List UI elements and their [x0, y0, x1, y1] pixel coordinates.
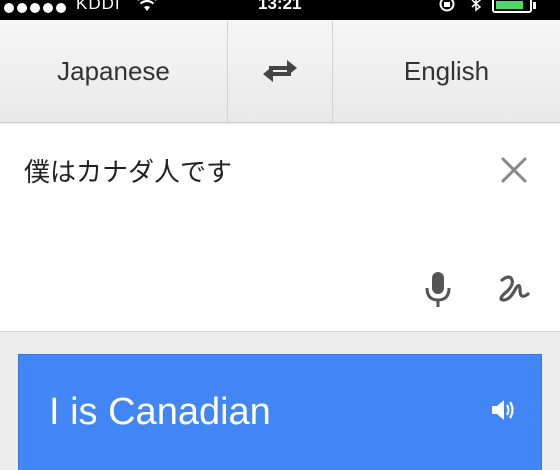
- handwriting-button[interactable]: [492, 266, 536, 310]
- microphone-icon: [425, 272, 451, 307]
- rotation-lock-icon: [438, 0, 456, 17]
- speaker-icon: [492, 400, 514, 420]
- language-bar: Japanese English: [0, 20, 560, 123]
- battery-tip: [533, 2, 536, 9]
- carrier-name: KDDI: [76, 0, 121, 13]
- status-bar: KDDI 13:21: [0, 0, 560, 20]
- target-language-button[interactable]: English: [333, 20, 560, 122]
- clear-input-button[interactable]: [496, 152, 532, 188]
- battery-icon: [492, 0, 532, 13]
- bluetooth-icon: [470, 0, 482, 17]
- microphone-button[interactable]: [418, 268, 458, 312]
- handwriting-icon: [499, 275, 530, 302]
- translate-screen: KDDI 13:21 Japanese English 僕はカナダ人です I i…: [0, 0, 560, 470]
- speak-translation-button[interactable]: [487, 393, 521, 427]
- source-language-button[interactable]: Japanese: [0, 20, 227, 122]
- signal-strength-icon: [4, 0, 66, 18]
- swap-arrows-icon: [263, 60, 297, 82]
- input-card: 僕はカナダ人です: [0, 124, 560, 332]
- swap-languages-button[interactable]: [228, 20, 332, 122]
- source-text-input[interactable]: 僕はカナダ人です: [24, 152, 474, 189]
- wifi-icon: [137, 0, 157, 17]
- close-icon: [501, 157, 527, 183]
- translation-text: I is Canadian: [49, 391, 271, 433]
- status-clock: 13:21: [258, 0, 302, 13]
- translation-result-card[interactable]: I is Canadian: [18, 354, 542, 470]
- battery-fill: [496, 1, 524, 9]
